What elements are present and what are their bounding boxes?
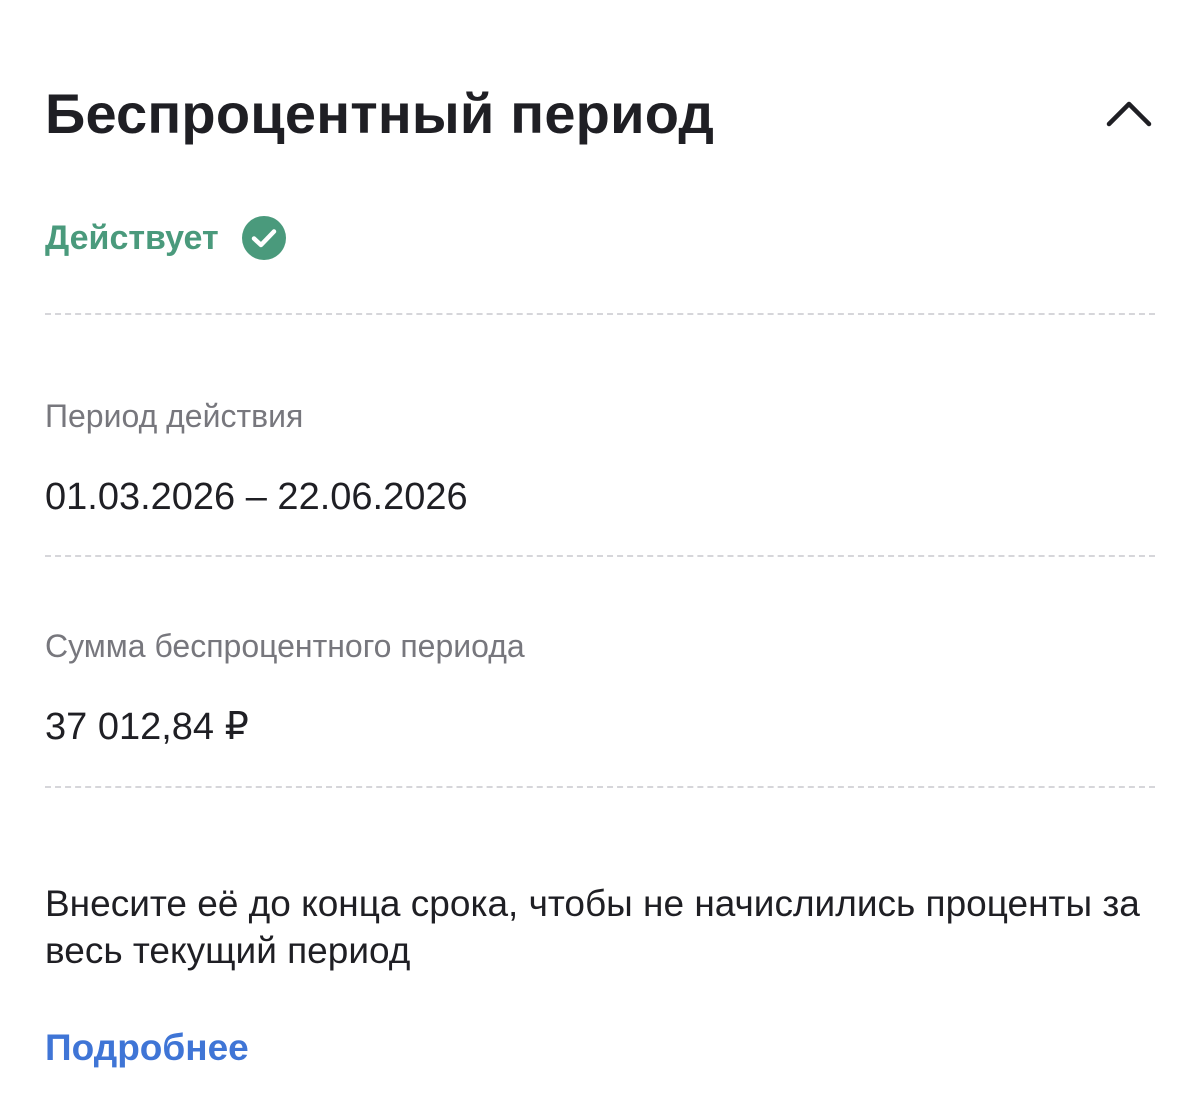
check-circle-icon — [241, 216, 286, 260]
amount-label: Сумма беспроцентного периода — [45, 628, 525, 664]
chevron-up-icon — [1106, 101, 1152, 127]
divider — [45, 313, 1155, 315]
section-title: Беспроцентный период — [45, 82, 715, 145]
amount-value: 37 012,84 ₽ — [45, 706, 249, 748]
status-text: Действует — [45, 218, 219, 257]
more-link[interactable]: Подробнее — [45, 1024, 249, 1072]
status-row: Действует — [45, 212, 287, 264]
period-label: Период действия — [45, 398, 304, 434]
section-header[interactable]: Беспроцентный период — [45, 78, 1155, 150]
period-value: 01.03.2026 – 22.06.2026 — [45, 476, 468, 518]
info-note: Внесите её до конца срока, чтобы не начи… — [45, 883, 1140, 971]
collapse-button[interactable] — [1103, 88, 1155, 140]
divider — [45, 786, 1155, 788]
divider — [45, 555, 1155, 557]
